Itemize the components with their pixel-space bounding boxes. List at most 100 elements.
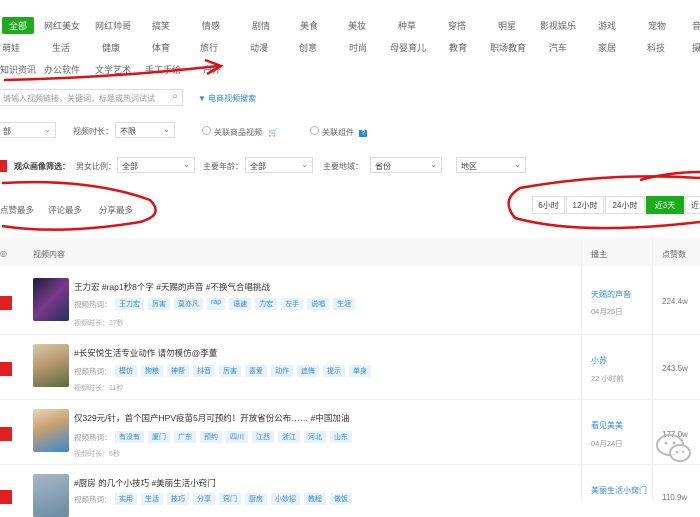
- hot-word-tag[interactable]: 喜爱: [245, 365, 267, 377]
- annotation-underline-arrow: [3, 64, 219, 82]
- hot-word-tag[interactable]: 提示: [323, 365, 345, 377]
- hot-word-tag[interactable]: 生涯: [333, 298, 356, 310]
- hot-word-tag[interactable]: 生活: [141, 493, 163, 505]
- ecommerce-search-link[interactable]: ▼ 电商视频搜索: [198, 93, 256, 104]
- video-duration: 视频时长：27秒: [74, 320, 124, 327]
- hot-word-tag[interactable]: 四川: [226, 431, 248, 443]
- hot-word-tag[interactable]: 预约: [200, 431, 222, 443]
- hot-word-tag[interactable]: 狗粮: [141, 365, 163, 377]
- hot-word-tag[interactable]: 单身: [349, 365, 371, 377]
- hot-word-tag[interactable]: 厉害: [219, 365, 241, 377]
- wechat-icon: [656, 434, 691, 462]
- hot-word-tag[interactable]: 模仿: [115, 365, 137, 377]
- hot-word-tag[interactable]: 左手: [281, 298, 304, 310]
- video-title[interactable]: 仅329元/针，首个国产HPV疫苗5月可预约！开放省份公布…… #中国加油: [74, 412, 349, 424]
- time-range-3d[interactable]: 近3天: [646, 196, 684, 214]
- hot-words-label: 视频热词：: [74, 433, 112, 442]
- checkbox-icon: [202, 126, 211, 135]
- video-thumbnail[interactable]: [33, 474, 69, 517]
- hot-word-tag[interactable]: 王力宏: [115, 298, 144, 310]
- time-range-more[interactable]: 近: [685, 196, 700, 214]
- checkbox-icon: [310, 126, 319, 135]
- author-link[interactable]: 小苏: [591, 355, 607, 366]
- sort-shares[interactable]: 分享最多: [99, 204, 133, 216]
- hot-word-tags: 实用 生活 技巧 分享 窍门 厨房 小妙招 教程 做饭: [115, 493, 352, 505]
- filter-icon: ▼: [198, 94, 206, 103]
- duration-select[interactable]: 不限 ⌄: [115, 122, 175, 138]
- video-title[interactable]: #长安悦生活专业动作 请勿模仿@李董: [74, 347, 217, 359]
- hot-word-tag[interactable]: 教程: [304, 493, 326, 505]
- search-icon[interactable]: ⌕: [172, 91, 178, 102]
- hot-word-tag[interactable]: 技巧: [167, 493, 189, 505]
- hot-word-tag[interactable]: 追悔: [297, 365, 319, 377]
- hot-word-tag[interactable]: 莫亦凡: [174, 298, 203, 310]
- hot-word-tag[interactable]: 江西: [252, 431, 274, 443]
- linked-goods-checkbox[interactable]: 关联商品视频 🛒: [202, 126, 278, 138]
- hot-word-tag[interactable]: 神帮: [167, 365, 189, 377]
- hot-word-tag[interactable]: 广东: [174, 431, 196, 443]
- video-thumbnail[interactable]: [33, 409, 69, 452]
- time-range-12h[interactable]: 12小时: [566, 196, 604, 214]
- city-select[interactable]: 地区 ⌄: [456, 157, 526, 173]
- hot-word-tag[interactable]: rap: [207, 298, 226, 310]
- author-link[interactable]: 美丽生活小窍门: [591, 485, 647, 496]
- hot-word-tags: 模仿 狗粮 神帮 抖音 厉害 喜爱 动作 追悔 提示 单身: [115, 365, 371, 377]
- wechat-watermark-logo: [654, 428, 694, 468]
- search-input[interactable]: 请输入视频链接，关键词，标题或热词试试 ⌕: [0, 89, 183, 106]
- region-label: 主要地域：: [323, 162, 363, 171]
- hot-word-tag[interactable]: 窍门: [219, 493, 241, 505]
- province-select[interactable]: 省份 ⌄: [370, 157, 442, 173]
- header-content: 视频内容: [33, 250, 65, 259]
- hot-word-tag[interactable]: 做饭: [330, 493, 352, 505]
- rank-badge: [0, 362, 12, 376]
- sort-likes[interactable]: 点赞最多: [0, 204, 34, 216]
- hot-word-tags: 有没有 厦门 广东 预约 四川 江西 浙江 河北 山东: [115, 431, 352, 443]
- hot-word-tag[interactable]: 力宏: [255, 298, 278, 310]
- hot-word-tag[interactable]: 实用: [115, 493, 137, 505]
- video-title[interactable]: 王力宏 #rap1秒8个字 #天赐的声音 #不换气合唱挑战: [74, 281, 270, 293]
- audience-marker: [0, 160, 7, 172]
- chevron-down-icon: ⌄: [183, 160, 190, 169]
- age-select[interactable]: 全部 ⌄: [245, 157, 313, 173]
- row-divider: [0, 399, 700, 400]
- hot-words-label: 视频热词：: [74, 300, 112, 309]
- duration-label: 视频时长：: [73, 127, 113, 136]
- linked-component-checkbox[interactable]: 关联组件 ?: [310, 126, 368, 138]
- hot-word-tag[interactable]: 分享: [193, 493, 215, 505]
- hot-word-tag[interactable]: 小妙招: [271, 493, 300, 505]
- gender-select[interactable]: 全部 ⌄: [117, 157, 195, 173]
- chevron-down-icon: ⌄: [163, 125, 170, 134]
- hot-word-tag[interactable]: 有没有: [115, 431, 144, 443]
- sort-comments[interactable]: 评论最多: [48, 204, 82, 216]
- hot-word-tag[interactable]: 山东: [330, 431, 352, 443]
- time-range-24h[interactable]: 24小时: [605, 196, 645, 214]
- hot-word-tag[interactable]: 动作: [271, 365, 293, 377]
- hot-word-tag[interactable]: 河北: [304, 431, 326, 443]
- hot-word-tag[interactable]: 厨房: [245, 493, 267, 505]
- video-title[interactable]: #厨房 的几个小技巧 #美丽生活小窍门: [74, 477, 216, 489]
- gender-label: 男女比例：: [76, 162, 116, 171]
- hot-words-label: 视频热词：: [74, 367, 112, 376]
- hot-word-tags: 王力宏 厉害 莫亦凡 rap 语速 力宏 左手 说唱 生涯: [115, 298, 356, 310]
- author-link[interactable]: 天赐的声音: [591, 289, 631, 300]
- hot-word-tag[interactable]: 厉害: [148, 298, 170, 310]
- category-select[interactable]: 部 ⌄: [0, 122, 56, 138]
- hot-word-tag[interactable]: 语速: [229, 298, 252, 310]
- hot-word-tag[interactable]: 厦门: [148, 431, 170, 443]
- author-link[interactable]: 看见美美: [591, 420, 623, 431]
- header-index: ◎: [0, 249, 7, 258]
- hot-word-tag[interactable]: 抖音: [193, 365, 215, 377]
- header-likes: 点赞数: [662, 250, 686, 259]
- publish-date: 04月24日: [591, 439, 623, 448]
- cart-icon: 🛒: [268, 128, 279, 137]
- hot-word-tag[interactable]: 说唱: [307, 298, 330, 310]
- video-thumbnail[interactable]: [33, 278, 69, 321]
- hot-word-tag[interactable]: 浙江: [278, 431, 300, 443]
- time-range-6h[interactable]: 6小时: [532, 196, 565, 214]
- like-count: 224.4w: [662, 297, 688, 306]
- row-divider: [0, 464, 700, 465]
- like-count: 110.9w: [662, 493, 688, 502]
- column-divider: [581, 238, 582, 500]
- video-thumbnail[interactable]: [33, 344, 69, 387]
- like-count: 243.5w: [662, 364, 688, 373]
